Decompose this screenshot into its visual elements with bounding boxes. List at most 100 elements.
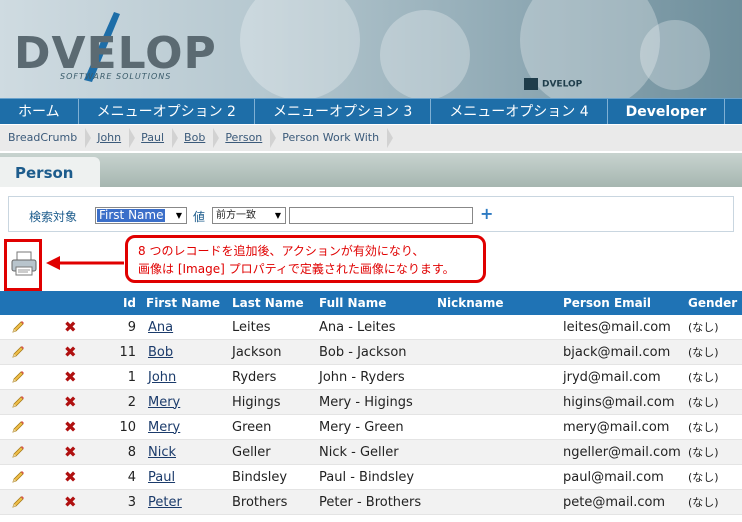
breadcrumb-link-paul[interactable]: Paul <box>133 125 178 151</box>
cell-id: 11 <box>119 344 136 360</box>
brand-logo: DVELOP SOFTWARE SOLUTIONS <box>14 10 216 88</box>
edit-cell <box>0 369 58 385</box>
delete-cell: ✖ <box>58 444 114 460</box>
search-operator-select[interactable]: 前方一致 ▼ <box>212 207 286 224</box>
printer-icon[interactable] <box>10 251 38 277</box>
header-decoration <box>380 10 470 98</box>
cell-id: 9 <box>127 319 136 335</box>
cell-last-name: Ryders <box>232 369 277 385</box>
person-grid: Id First Name Last Name Full Name Nickna… <box>0 291 742 515</box>
search-field-value: First Name <box>97 208 166 222</box>
header-gender[interactable]: Gender <box>680 296 742 310</box>
delete-cell: ✖ <box>58 319 114 335</box>
cell-gender: (なし) <box>688 346 719 359</box>
nav-item-menu-option-3[interactable]: メニューオプション 3 <box>255 99 432 124</box>
cell-gender: (なし) <box>688 371 719 384</box>
cell-person-email: ngeller@mail.com <box>563 444 681 460</box>
cell-id: 10 <box>119 419 136 435</box>
cell-person-email: leites@mail.com <box>563 319 671 335</box>
delete-icon[interactable]: ✖ <box>64 444 77 460</box>
cell-full-name: Ana - Leites <box>319 319 396 335</box>
cell-id: 1 <box>127 369 136 385</box>
header-decoration <box>640 20 710 90</box>
cell-first-name-link[interactable]: Mery <box>142 420 230 435</box>
search-field-select[interactable]: First Name ▼ <box>95 207 187 224</box>
cell-full-name: Paul - Bindsley <box>319 469 415 485</box>
cell-gender: (なし) <box>688 321 719 334</box>
cell-first-name-link[interactable]: Paul <box>142 470 230 485</box>
cell-id: 8 <box>127 444 136 460</box>
breadcrumb-link-john[interactable]: John <box>89 125 136 151</box>
cell-person-email: higins@mail.com <box>563 394 675 410</box>
edit-icon[interactable] <box>10 344 26 360</box>
header-first-name[interactable]: First Name <box>142 296 230 310</box>
edit-cell <box>0 344 58 360</box>
cell-first-name-link[interactable]: Ana <box>142 320 230 335</box>
breadcrumb-link-person[interactable]: Person <box>217 125 277 151</box>
delete-cell: ✖ <box>58 469 114 485</box>
cell-person-email: jryd@mail.com <box>563 369 661 385</box>
table-row: ✖ 3 Peter Brothers Peter - Brothers pete@mail… <box>0 490 742 515</box>
title-band <box>0 153 742 187</box>
edit-cell <box>0 494 58 510</box>
header-decoration <box>240 0 360 98</box>
cell-last-name: Geller <box>232 444 271 460</box>
search-input[interactable] <box>289 207 473 224</box>
cell-first-name-link[interactable]: Mery <box>142 395 230 410</box>
print-action-highlight <box>4 239 42 291</box>
value-label: 値 <box>193 210 206 224</box>
search-operator-value: 前方一致 <box>216 210 256 221</box>
delete-cell: ✖ <box>58 369 114 385</box>
cell-person-email: mery@mail.com <box>563 419 670 435</box>
header-full-name[interactable]: Full Name <box>316 296 434 310</box>
edit-icon[interactable] <box>10 394 26 410</box>
edit-cell <box>0 419 58 435</box>
edit-icon[interactable] <box>10 469 26 485</box>
cell-full-name: Peter - Brothers <box>319 494 422 510</box>
table-row: ✖ 2 Mery Higings Mery - Higings higins@mail.c… <box>0 390 742 415</box>
table-row: ✖ 8 Nick Geller Nick - Geller ngeller@mail.co… <box>0 440 742 465</box>
header-nickname[interactable]: Nickname <box>434 296 560 310</box>
nav-item-home[interactable]: ホーム <box>0 99 79 124</box>
delete-icon[interactable]: ✖ <box>64 319 77 335</box>
edit-cell <box>0 444 58 460</box>
breadcrumb-link-bob[interactable]: Bob <box>176 125 220 151</box>
header-id[interactable]: Id <box>114 296 142 310</box>
cell-first-name-link[interactable]: John <box>142 370 230 385</box>
delete-icon[interactable]: ✖ <box>64 419 77 435</box>
cell-first-name-link[interactable]: Nick <box>142 445 230 460</box>
cell-gender: (なし) <box>688 421 719 434</box>
cell-id: 3 <box>127 494 136 510</box>
cell-full-name: Bob - Jackson <box>319 344 407 360</box>
header-last-name[interactable]: Last Name <box>230 296 316 310</box>
nav-item-menu-option-4[interactable]: メニューオプション 4 <box>431 99 608 124</box>
edit-icon[interactable] <box>10 419 26 435</box>
delete-icon[interactable]: ✖ <box>64 469 77 485</box>
table-row: ✖ 9 Ana Leites Ana - Leites leites@mail.com (な… <box>0 315 742 340</box>
edit-icon[interactable] <box>10 444 26 460</box>
delete-icon[interactable]: ✖ <box>64 494 77 510</box>
delete-icon[interactable]: ✖ <box>64 369 77 385</box>
breadcrumb-root: BreadCrumb <box>0 125 92 151</box>
cell-last-name: Jackson <box>232 344 282 360</box>
edit-cell <box>0 469 58 485</box>
main-nav: ホーム メニューオプション 2 メニューオプション 3 メニューオプション 4 … <box>0 98 742 124</box>
nav-item-menu-option-2[interactable]: メニューオプション 2 <box>79 99 255 124</box>
delete-cell: ✖ <box>58 419 114 435</box>
cell-gender: (なし) <box>688 446 719 459</box>
table-row: ✖ 4 Paul Bindsley Paul - Bindsley paul@mail.c… <box>0 465 742 490</box>
nav-item-developer[interactable]: Developer <box>608 99 726 124</box>
edit-icon[interactable] <box>10 369 26 385</box>
cell-first-name-link[interactable]: Bob <box>142 345 230 360</box>
table-row: ✖ 10 Mery Green Mery - Green mery@mail.com (なし… <box>0 415 742 440</box>
cell-first-name-link[interactable]: Peter <box>142 495 230 510</box>
edit-icon[interactable] <box>10 319 26 335</box>
edit-icon[interactable] <box>10 494 26 510</box>
delete-icon[interactable]: ✖ <box>64 394 77 410</box>
delete-icon[interactable]: ✖ <box>64 344 77 360</box>
add-filter-icon[interactable]: + <box>480 204 493 223</box>
header-person-email[interactable]: Person Email <box>560 296 680 310</box>
cell-gender: (なし) <box>688 396 719 409</box>
table-row: ✖ 1 John Ryders John - Ryders jryd@mail.com (な… <box>0 365 742 390</box>
callout-note: 8 つのレコードを追加後、アクションが有効になり、 画像は [Image] プロ… <box>125 235 486 283</box>
